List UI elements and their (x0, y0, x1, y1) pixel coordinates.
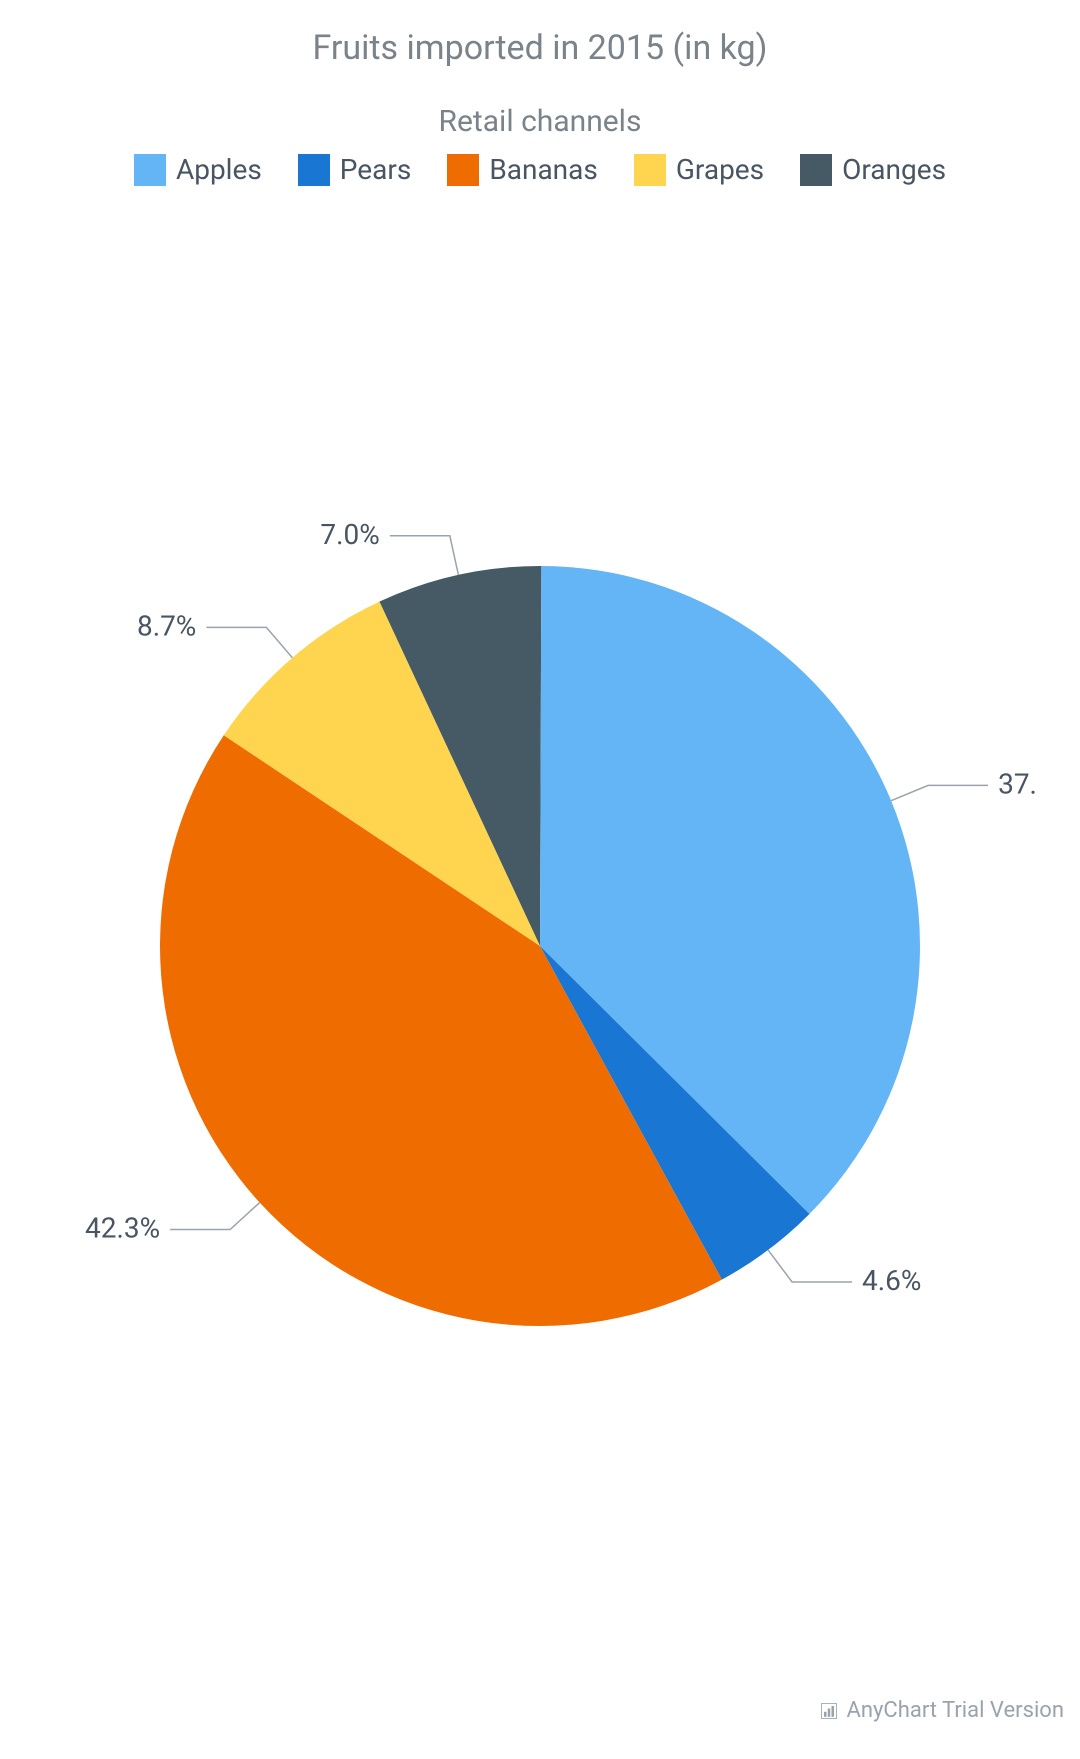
legend-item-grapes[interactable]: Grapes (634, 153, 764, 186)
legend-label: Pears (340, 153, 412, 186)
legend-swatch (298, 154, 330, 186)
bar-chart-icon (819, 1701, 839, 1721)
slice-label-bananas: 42.3% (85, 1212, 160, 1245)
legend-label: Bananas (489, 153, 598, 186)
legend-swatch (800, 154, 832, 186)
leader-line (891, 785, 988, 800)
pie-chart-area: 7.0% 37. 4.6% 42.3% 8.7% (0, 226, 1080, 1526)
watermark: AnyChart Trial Version (819, 1698, 1065, 1723)
legend-item-pears[interactable]: Pears (298, 153, 412, 186)
legend-item-oranges[interactable]: Oranges (800, 153, 946, 186)
leader-line (768, 1250, 852, 1282)
legend-title: Retail channels (0, 104, 1080, 139)
legend-swatch (447, 154, 479, 186)
slice-label-oranges: 7.0% (320, 518, 379, 551)
legend-swatch (134, 154, 166, 186)
leader-line (390, 536, 459, 575)
watermark-text: AnyChart Trial Version (847, 1698, 1065, 1723)
chart-title: Fruits imported in 2015 (in kg) (0, 28, 1080, 68)
legend-label: Oranges (842, 153, 946, 186)
slice-label-grapes: 8.7% (137, 609, 196, 642)
legend-item-apples[interactable]: Apples (134, 153, 262, 186)
legend-label: Grapes (676, 153, 764, 186)
legend: Apples Pears Bananas Grapes Oranges (0, 153, 1080, 186)
legend-item-bananas[interactable]: Bananas (447, 153, 598, 186)
leader-line (170, 1203, 260, 1230)
legend-label: Apples (176, 153, 262, 186)
slice-label-apples: 37. (998, 767, 1037, 800)
legend-swatch (634, 154, 666, 186)
leader-line (206, 627, 292, 657)
slice-label-pears: 4.6% (862, 1264, 921, 1297)
